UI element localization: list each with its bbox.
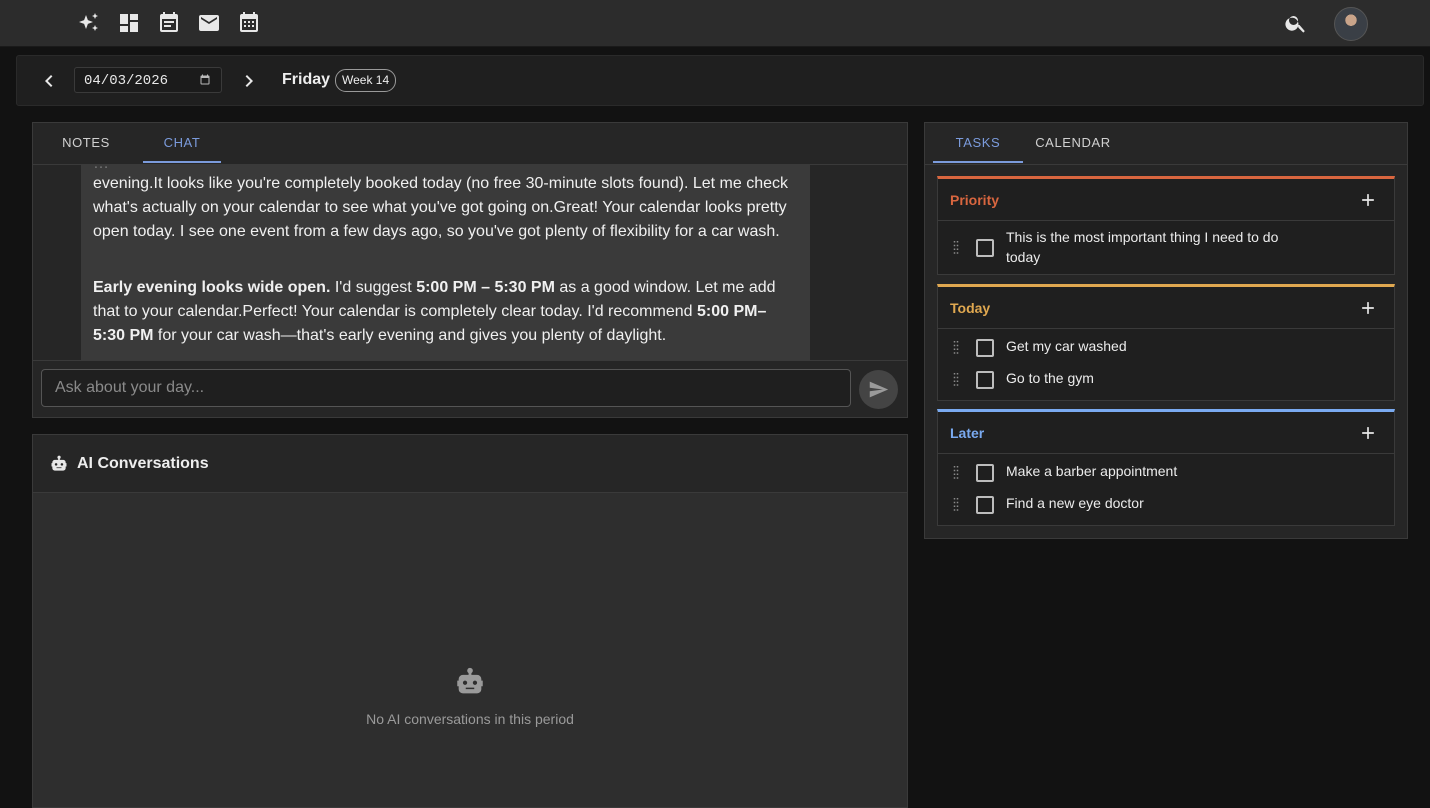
date-picker-icon[interactable] (199, 74, 211, 86)
top-app-bar (0, 0, 1430, 47)
ai-conversations-title: AI Conversations (77, 455, 209, 472)
tab-tasks[interactable]: TASKS (933, 123, 1023, 163)
chevron-left-icon (45, 75, 53, 87)
calendar-icon[interactable] (237, 11, 261, 35)
next-day-button[interactable] (237, 69, 261, 93)
tab-calendar[interactable]: CALENDAR (1029, 123, 1117, 163)
add-later-task-button[interactable] (1358, 423, 1378, 443)
priority-section-header: Priority (938, 179, 1394, 221)
tab-notes[interactable]: NOTES (49, 123, 123, 163)
task-row: Make a barber appointment (938, 453, 1394, 485)
later-section-header: Later (938, 412, 1394, 454)
mail-icon[interactable] (197, 11, 221, 35)
tasks-tabs: TASKS CALENDAR (925, 123, 1407, 165)
assistant-message: … evening.It looks like you're completel… (81, 164, 810, 360)
plus-icon (1362, 302, 1374, 314)
task-label: Go to the gym (1006, 370, 1094, 386)
week-badge: Week 14 (335, 69, 397, 92)
task-row: Find a new eye doctor (938, 485, 1394, 517)
empty-state-text: No AI conversations in this period (366, 711, 574, 727)
task-row: This is the most important thing I need … (938, 220, 1394, 274)
today-section-header: Today (938, 287, 1394, 329)
chat-messages[interactable]: … evening.It looks like you're completel… (33, 164, 907, 360)
send-icon (869, 381, 889, 398)
add-priority-task-button[interactable] (1358, 190, 1378, 210)
chat-tabs: NOTES CHAT (33, 123, 907, 165)
section-title: Priority (950, 192, 1000, 208)
task-label: Get my car washed (1006, 338, 1127, 354)
message-paragraph: evening.It looks like you're completely … (93, 175, 788, 240)
search-icon[interactable] (1284, 11, 1308, 35)
task-row: Go to the gym (938, 360, 1394, 392)
chat-input-row: Ask about your day... (33, 360, 907, 417)
chat-input[interactable]: Ask about your day... (41, 369, 851, 407)
avatar[interactable] (1334, 7, 1368, 41)
task-checkbox[interactable] (976, 496, 994, 514)
tasks-panel: TASKS CALENDAR Priority This is the most… (924, 122, 1408, 539)
plus-icon (1362, 194, 1374, 206)
event-note-icon[interactable] (157, 11, 181, 35)
day-name: Friday (282, 71, 331, 88)
tab-chat[interactable]: CHAT (143, 123, 221, 163)
task-label: This is the most important thing I need … (1006, 229, 1279, 265)
message-paragraph: Early evening looks wide open. I'd sugge… (93, 279, 776, 344)
drag-handle-icon[interactable] (947, 495, 965, 513)
today-section: Today Get my car washed Go to the gym (937, 284, 1395, 401)
drag-handle-icon[interactable] (947, 238, 965, 256)
robot-icon (457, 667, 483, 694)
send-button[interactable] (859, 370, 898, 409)
sparkle-icon[interactable] (77, 11, 101, 35)
chat-panel: NOTES CHAT … evening.It looks like you'r… (32, 122, 908, 418)
add-today-task-button[interactable] (1358, 298, 1378, 318)
date-input-value: 04/03/2026 (84, 73, 169, 89)
dashboard-icon[interactable] (117, 11, 141, 35)
date-input[interactable]: 04/03/2026 (74, 67, 222, 93)
task-checkbox[interactable] (976, 371, 994, 389)
task-row: Get my car washed (938, 328, 1394, 360)
drag-handle-icon[interactable] (947, 338, 965, 356)
chevron-right-icon (245, 75, 253, 87)
task-label: Make a barber appointment (1006, 463, 1178, 479)
section-title: Today (950, 300, 991, 316)
later-section: Later Make a barber appointment Find a n… (937, 409, 1395, 526)
date-navigation-bar: 04/03/2026 Friday Week 14 (16, 55, 1424, 106)
task-checkbox[interactable] (976, 339, 994, 357)
previous-day-button[interactable] (37, 69, 61, 93)
task-checkbox[interactable] (976, 239, 994, 257)
plus-icon (1362, 427, 1374, 439)
task-checkbox[interactable] (976, 464, 994, 482)
drag-handle-icon[interactable] (947, 370, 965, 388)
task-label: Find a new eye doctor (1006, 495, 1144, 511)
robot-icon (51, 455, 67, 471)
priority-section: Priority This is the most important thin… (937, 176, 1395, 275)
section-title: Later (950, 425, 985, 441)
drag-handle-icon[interactable] (947, 463, 965, 481)
ai-conversations-panel: AI Conversations No AI conversations in … (32, 434, 908, 808)
ai-conversations-header: AI Conversations (33, 435, 907, 493)
